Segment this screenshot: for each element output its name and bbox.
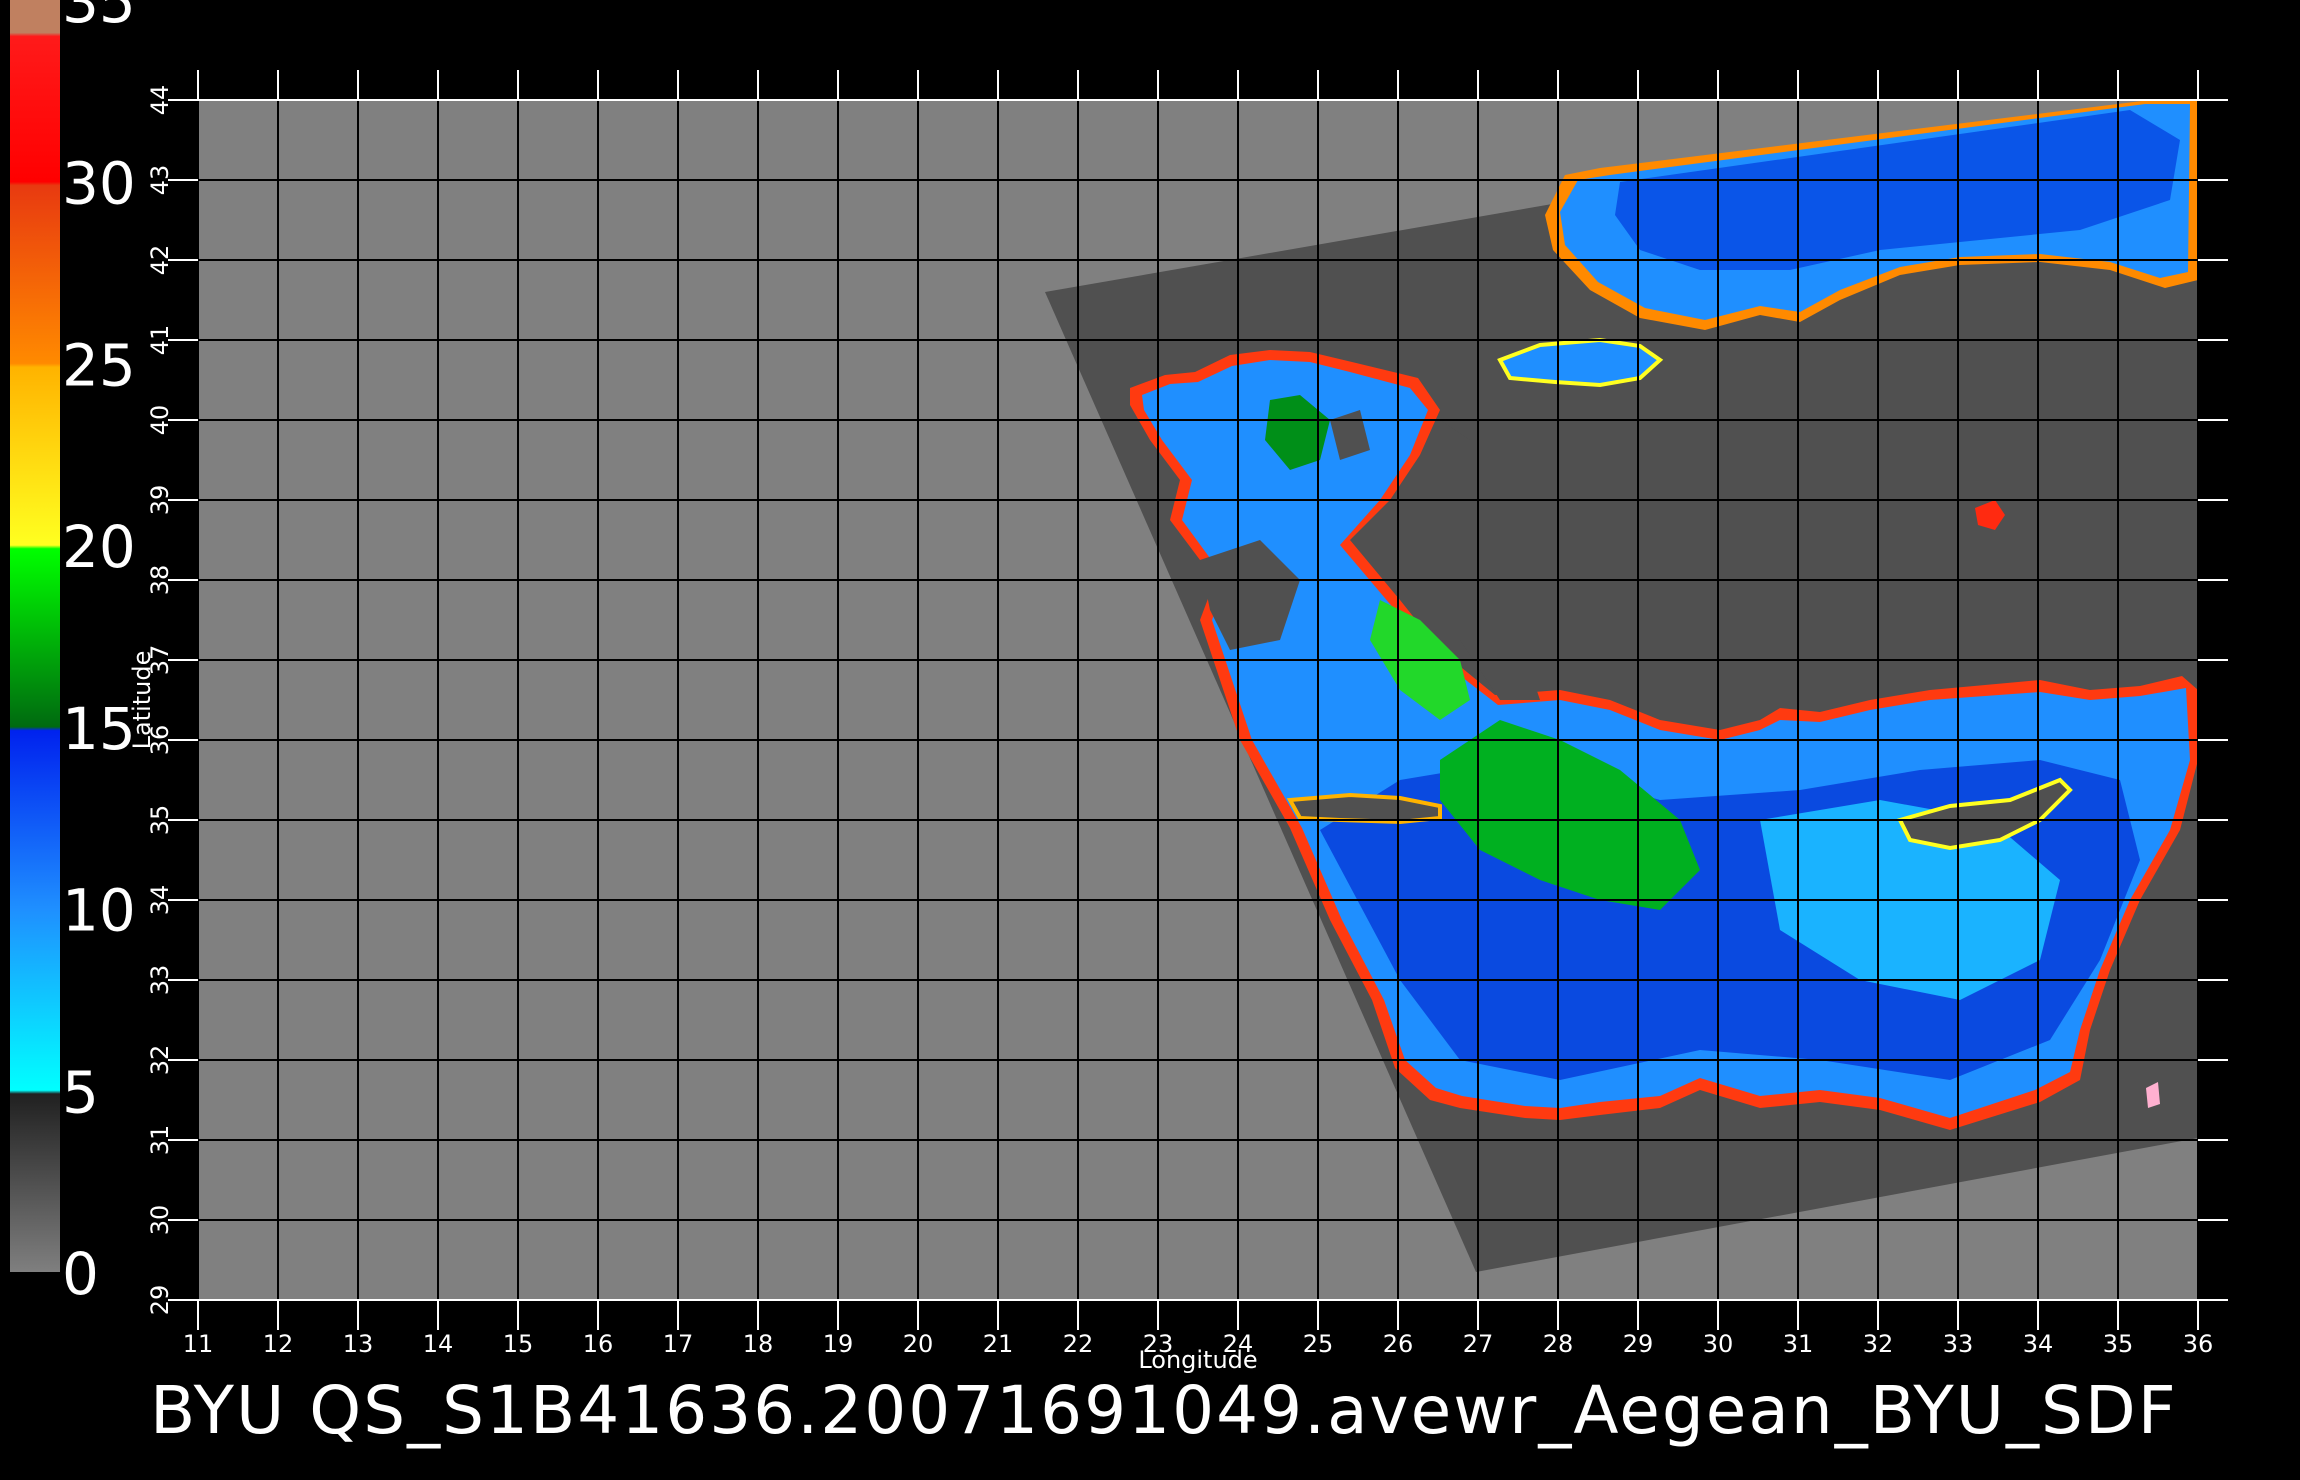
- colorbar-tick-label: 5: [62, 1058, 99, 1126]
- lon-tick-label: 30: [1703, 1330, 1734, 1358]
- lat-tick-label: 42: [146, 245, 174, 276]
- lon-tick-label: 20: [903, 1330, 934, 1358]
- lat-tick-label: 35: [146, 805, 174, 836]
- footer-title: BYU QS_S1B41636.20071691049.avewr_Aegean…: [150, 1372, 2178, 1449]
- lon-tick-label: 25: [1303, 1330, 1334, 1358]
- lon-tick-label: 17: [663, 1330, 694, 1358]
- colorbar-labels: 0 5 10 15 20 25 30 35: [62, 0, 136, 1308]
- lon-tick-label: 29: [1623, 1330, 1654, 1358]
- lat-tick-label: 43: [146, 165, 174, 196]
- lat-tick-label: 44: [146, 85, 174, 116]
- lon-tick-label: 21: [983, 1330, 1014, 1358]
- colorbar-gradient: [10, 0, 60, 1272]
- colorbar: 0 5 10 15 20 25 30 35: [10, 0, 136, 1308]
- lat-tick-label: 38: [146, 565, 174, 596]
- lon-tick-label: 32: [1863, 1330, 1894, 1358]
- colorbar-tick-label: 30: [62, 150, 136, 218]
- lat-tick-label: 31: [146, 1125, 174, 1156]
- lon-tick-label: 28: [1543, 1330, 1574, 1358]
- lon-tick-label: 33: [1943, 1330, 1974, 1358]
- y-axis-label: Latitude: [128, 651, 156, 750]
- colorbar-tick-label: 10: [62, 877, 136, 945]
- lat-tick-label: 33: [146, 965, 174, 996]
- lat-tick-label: 34: [146, 885, 174, 916]
- lon-tick-label: 35: [2103, 1330, 2134, 1358]
- lat-tick-label: 41: [146, 325, 174, 356]
- lon-tick-label: 31: [1783, 1330, 1814, 1358]
- lon-tick-label: 16: [583, 1330, 614, 1358]
- lon-tick-label: 13: [343, 1330, 374, 1358]
- colorbar-tick-label: 20: [62, 513, 136, 581]
- lon-tick-label: 36: [2183, 1330, 2214, 1358]
- lon-tick-label: 19: [823, 1330, 854, 1358]
- colorbar-tick-label: 15: [62, 695, 136, 763]
- lat-tick-label: 29: [146, 1285, 174, 1316]
- colorbar-tick-label: 35: [62, 0, 136, 36]
- lon-tick-label: 12: [263, 1330, 294, 1358]
- lat-tick-label: 30: [146, 1205, 174, 1236]
- lon-tick-label: 15: [503, 1330, 534, 1358]
- lon-tick-label: 27: [1463, 1330, 1494, 1358]
- lon-tick-label: 14: [423, 1330, 454, 1358]
- lat-tick-label: 40: [146, 405, 174, 436]
- lon-tick-label: 26: [1383, 1330, 1414, 1358]
- lon-tick-label: 18: [743, 1330, 774, 1358]
- lon-tick-label: 34: [2023, 1330, 2054, 1358]
- lon-tick-label: 22: [1063, 1330, 1094, 1358]
- wind-speed-map-figure: 0 5 10 15 20 25 30 35 11 12 13 14 15 16 17 18 1…: [10, 0, 2228, 1449]
- x-axis-label: Longitude: [1138, 1346, 1257, 1374]
- lon-tick-label: 11: [183, 1330, 214, 1358]
- lat-tick-label: 39: [146, 485, 174, 516]
- colorbar-tick-label: 0: [62, 1240, 99, 1308]
- lat-tick-label: 32: [146, 1045, 174, 1076]
- map-plot: 11 12 13 14 15 16 17 18 19 20 21 22 23 24 25 26 27 28 29 30…: [128, 70, 2228, 1374]
- colorbar-tick-label: 25: [62, 331, 136, 399]
